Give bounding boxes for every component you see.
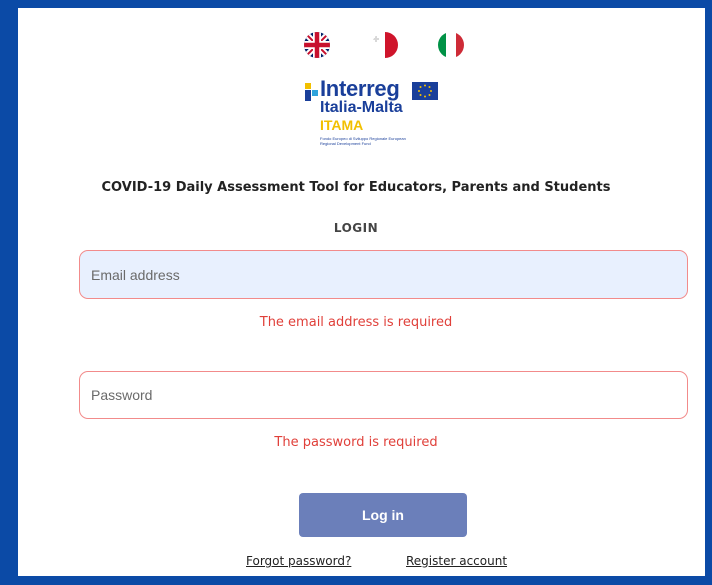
password-error-message: The password is required xyxy=(274,435,438,450)
uk-flag-icon[interactable] xyxy=(302,30,332,60)
login-heading: LOGIN xyxy=(333,221,379,235)
malta-flag-icon[interactable] xyxy=(370,30,400,60)
forgot-password-link[interactable]: Forgot password? xyxy=(246,554,351,568)
interreg-logo: Interreg Italia-Malta ITAMA Fondo Europe… xyxy=(300,76,480,158)
logo-project: ITAMA xyxy=(320,117,364,133)
eu-flag-icon xyxy=(412,82,438,100)
interreg-mark-icon xyxy=(305,83,318,101)
page-title: COVID-19 Daily Assessment Tool for Educa… xyxy=(101,180,611,195)
email-error-message: The email address is required xyxy=(259,315,453,330)
logo-subtitle: Italia-Malta xyxy=(320,99,403,116)
logo-fine-print: Fondo Europeo di Sviluppo Regionale Euro… xyxy=(320,136,406,146)
email-field[interactable] xyxy=(79,250,688,299)
italy-flag-icon[interactable] xyxy=(436,30,466,60)
password-field[interactable] xyxy=(79,371,688,419)
register-account-link[interactable]: Register account xyxy=(406,554,507,568)
login-button[interactable]: Log in xyxy=(299,493,467,537)
